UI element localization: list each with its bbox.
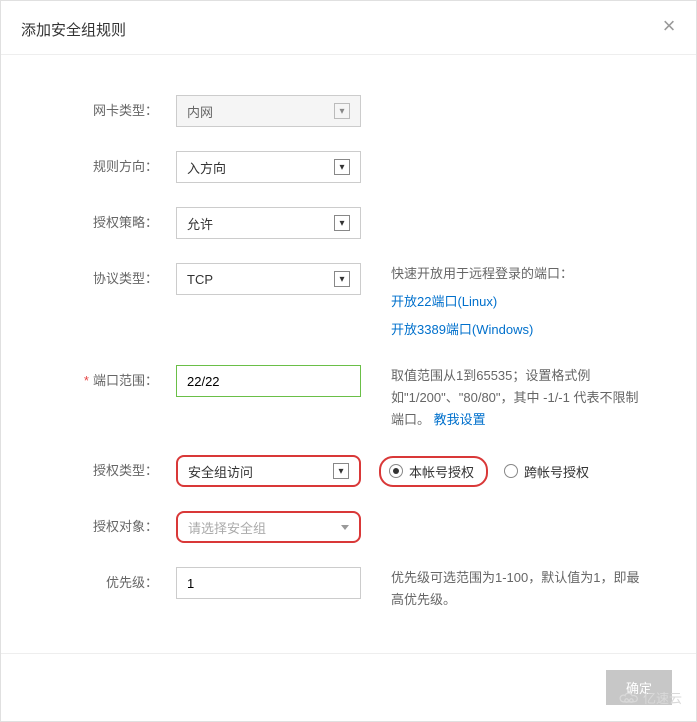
port-range-help-text: 取值范围从1到65535；设置格式例如"1/200"、"80/80"，其中 -1… — [391, 368, 638, 427]
row-port-range: *端口范围： 取值范围从1到65535；设置格式例如"1/200"、"80/80… — [21, 365, 676, 431]
watermark-text: 亿速云 — [643, 688, 682, 707]
required-indicator: * — [84, 373, 89, 388]
combo-auth-object[interactable]: 请选择安全组 — [176, 511, 361, 543]
chevron-down-icon: ▾ — [334, 271, 350, 287]
row-priority: 优先级： 优先级可选范围为1-100，默认值为1，即最高优先级。 — [21, 567, 676, 611]
cloud-icon — [618, 690, 640, 706]
select-direction[interactable]: 入方向 ▾ — [176, 151, 361, 183]
row-auth-object: 授权对象： 请选择安全组 — [21, 511, 676, 543]
select-direction-value: 入方向 — [187, 158, 226, 177]
caret-down-icon — [341, 525, 349, 530]
select-auth-type-value: 安全组访问 — [188, 462, 253, 481]
port-range-help: 取值范围从1到65535；设置格式例如"1/200"、"80/80"，其中 -1… — [391, 365, 651, 431]
row-direction: 规则方向： 入方向 ▾ — [21, 151, 676, 183]
chevron-down-icon: ▾ — [334, 103, 350, 119]
row-nic-type: 网卡类型： 内网 ▾ — [21, 95, 676, 127]
radio-cross-account-label: 跨帐号授权 — [524, 462, 589, 481]
radio-icon — [389, 464, 403, 478]
row-protocol: 协议类型： TCP ▾ 快速开放用于远程登录的端口： 开放22端口(Linux)… — [21, 263, 676, 341]
modal-header: 添加安全组规则 × — [1, 1, 696, 55]
chevron-down-icon: ▾ — [334, 159, 350, 175]
combo-auth-object-placeholder: 请选择安全组 — [188, 518, 266, 537]
label-auth-object: 授权对象： — [21, 511, 176, 543]
label-nic-type: 网卡类型： — [21, 95, 176, 127]
link-open-3389[interactable]: 开放3389端口(Windows) — [391, 319, 651, 341]
modal-body: 网卡类型： 内网 ▾ 规则方向： 入方向 ▾ 授权策略： — [1, 55, 696, 655]
label-auth-type: 授权类型： — [21, 455, 176, 487]
radio-cross-account[interactable]: 跨帐号授权 — [496, 458, 597, 485]
auth-account-radio-group: 本帐号授权 跨帐号授权 — [379, 456, 597, 487]
watermark: 亿速云 — [618, 688, 682, 707]
input-priority[interactable] — [176, 567, 361, 599]
modal-footer: 确定 亿速云 — [1, 653, 696, 721]
protocol-help-intro: 快速开放用于远程登录的端口： — [391, 266, 573, 281]
select-protocol-value: TCP — [187, 272, 213, 287]
modal-add-security-rule: 添加安全组规则 × 网卡类型： 内网 ▾ 规则方向： 入方向 ▾ — [0, 0, 697, 722]
label-port-range: *端口范围： — [21, 365, 176, 397]
radio-same-account[interactable]: 本帐号授权 — [379, 456, 488, 487]
select-policy[interactable]: 允许 ▾ — [176, 207, 361, 239]
link-open-22[interactable]: 开放22端口(Linux) — [391, 291, 651, 313]
priority-help: 优先级可选范围为1-100，默认值为1，即最高优先级。 — [391, 567, 651, 611]
chevron-down-icon: ▾ — [334, 215, 350, 231]
select-policy-value: 允许 — [187, 214, 213, 233]
select-nic-type[interactable]: 内网 ▾ — [176, 95, 361, 127]
label-protocol: 协议类型： — [21, 263, 176, 295]
close-icon[interactable]: × — [660, 17, 678, 35]
modal-title: 添加安全组规则 — [21, 19, 676, 40]
select-nic-type-value: 内网 — [187, 102, 213, 121]
select-auth-type[interactable]: 安全组访问 ▾ — [176, 455, 361, 487]
row-policy: 授权策略： 允许 ▾ — [21, 207, 676, 239]
link-teach-me[interactable]: 教我设置 — [434, 412, 486, 427]
input-port-range[interactable] — [176, 365, 361, 397]
select-protocol[interactable]: TCP ▾ — [176, 263, 361, 295]
label-priority: 优先级： — [21, 567, 176, 599]
chevron-down-icon: ▾ — [333, 463, 349, 479]
label-policy: 授权策略： — [21, 207, 176, 239]
radio-icon — [504, 464, 518, 478]
radio-same-account-label: 本帐号授权 — [409, 462, 474, 481]
row-auth-type: 授权类型： 安全组访问 ▾ 本帐号授权 跨帐号授权 — [21, 455, 676, 487]
protocol-help: 快速开放用于远程登录的端口： 开放22端口(Linux) 开放3389端口(Wi… — [391, 263, 651, 341]
label-direction: 规则方向： — [21, 151, 176, 183]
